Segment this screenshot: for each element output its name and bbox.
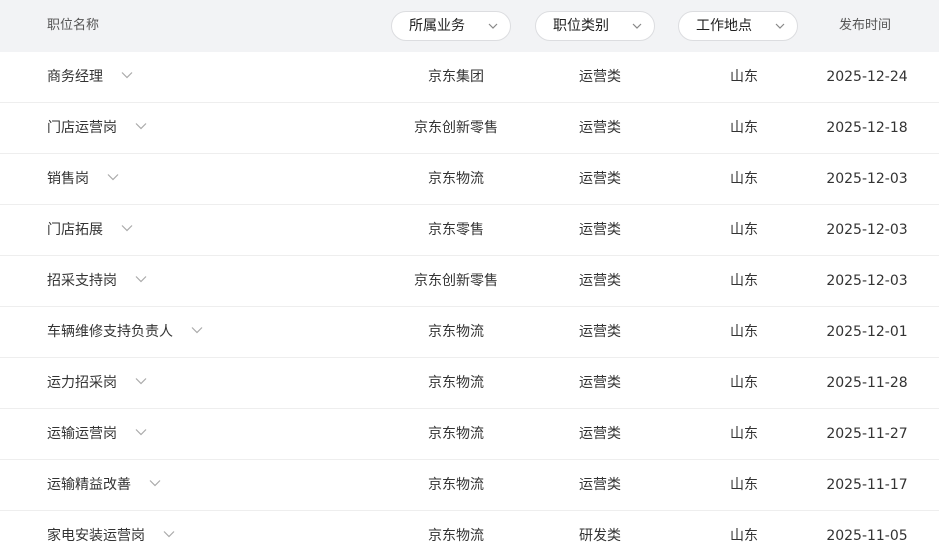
job-title[interactable]: 运输精益改善 [47,477,131,493]
job-title[interactable]: 招采支持岗 [47,273,117,289]
job-location: 山东 [730,120,758,136]
job-title[interactable]: 车辆维修支持负责人 [47,324,173,340]
job-title[interactable]: 运力招采岗 [47,375,117,391]
filter-location-dropdown[interactable]: 工作地点 [678,11,798,41]
table-header: 职位名称 所属业务 职位类别 工作地点 发布时间 [0,0,939,52]
job-title-cell: 运力招采岗 [47,358,147,408]
job-location: 山东 [730,222,758,238]
job-title-cell: 销售岗 [47,154,119,204]
job-category: 运营类 [579,426,621,442]
table-row[interactable]: 运力招采岗 京东物流 运营类 山东 2025-11-28 [0,358,939,409]
table-row[interactable]: 商务经理 京东集团 运营类 山东 2025-12-24 [0,52,939,103]
job-table-body: 商务经理 京东集团 运营类 山东 2025-12-24 门店运营岗 京东创新零售… [0,52,939,551]
job-business: 京东创新零售 [414,120,498,136]
chevron-down-icon[interactable] [191,326,203,334]
filter-location-label: 工作地点 [696,18,752,34]
job-business: 京东创新零售 [414,273,498,289]
job-category: 运营类 [579,120,621,136]
chevron-down-icon[interactable] [121,71,133,79]
job-title-cell: 门店运营岗 [47,103,147,153]
job-category: 运营类 [579,477,621,493]
job-title-cell: 招采支持岗 [47,256,147,306]
job-title-cell: 运输精益改善 [47,460,161,510]
filter-business-dropdown[interactable]: 所属业务 [391,11,511,41]
job-title[interactable]: 门店拓展 [47,222,103,238]
filter-category-dropdown[interactable]: 职位类别 [535,11,655,41]
chevron-down-icon[interactable] [135,275,147,283]
job-business: 京东物流 [428,171,484,187]
job-business: 京东零售 [428,222,484,238]
chevron-down-icon[interactable] [135,122,147,130]
table-row[interactable]: 家电安装运营岗 京东物流 研发类 山东 2025-11-05 [0,511,939,551]
job-publish-date: 2025-12-24 [826,69,908,85]
job-publish-date: 2025-12-03 [826,171,908,187]
job-title-cell: 门店拓展 [47,205,133,255]
job-publish-date: 2025-12-03 [826,273,908,289]
job-location: 山东 [730,528,758,544]
job-title-cell: 运输运营岗 [47,409,147,459]
chevron-down-icon [775,23,785,29]
job-location: 山东 [730,69,758,85]
chevron-down-icon[interactable] [121,224,133,232]
job-title[interactable]: 运输运营岗 [47,426,117,442]
column-header-publish-date: 发布时间 [838,18,891,33]
job-title[interactable]: 家电安装运营岗 [47,528,145,544]
table-row[interactable]: 运输运营岗 京东物流 运营类 山东 2025-11-27 [0,409,939,460]
job-list-page: 职位名称 所属业务 职位类别 工作地点 发布时间 商务经理 京东集团 运营类 山… [0,0,939,551]
job-title-cell: 商务经理 [47,52,133,102]
job-business: 京东物流 [428,528,484,544]
table-row[interactable]: 招采支持岗 京东创新零售 运营类 山东 2025-12-03 [0,256,939,307]
job-publish-date: 2025-11-27 [826,426,908,442]
job-publish-date: 2025-11-17 [826,477,908,493]
job-business: 京东物流 [428,426,484,442]
column-header-job-name: 职位名称 [47,18,100,33]
chevron-down-icon[interactable] [163,530,175,538]
job-location: 山东 [730,273,758,289]
job-publish-date: 2025-12-03 [826,222,908,238]
job-business: 京东物流 [428,375,484,391]
job-category: 运营类 [579,273,621,289]
job-category: 运营类 [579,324,621,340]
chevron-down-icon[interactable] [135,377,147,385]
chevron-down-icon[interactable] [149,479,161,487]
job-business: 京东集团 [428,69,484,85]
table-row[interactable]: 门店运营岗 京东创新零售 运营类 山东 2025-12-18 [0,103,939,154]
table-row[interactable]: 销售岗 京东物流 运营类 山东 2025-12-03 [0,154,939,205]
job-category: 研发类 [579,528,621,544]
job-business: 京东物流 [428,477,484,493]
chevron-down-icon[interactable] [107,173,119,181]
job-location: 山东 [730,171,758,187]
chevron-down-icon [488,23,498,29]
table-row[interactable]: 门店拓展 京东零售 运营类 山东 2025-12-03 [0,205,939,256]
job-publish-date: 2025-12-18 [826,120,908,136]
job-location: 山东 [730,324,758,340]
job-category: 运营类 [579,171,621,187]
table-row[interactable]: 车辆维修支持负责人 京东物流 运营类 山东 2025-12-01 [0,307,939,358]
job-category: 运营类 [579,69,621,85]
job-location: 山东 [730,426,758,442]
job-title-cell: 车辆维修支持负责人 [47,307,203,357]
filter-category-label: 职位类别 [553,18,609,34]
filter-business-label: 所属业务 [409,18,465,34]
job-location: 山东 [730,477,758,493]
job-publish-date: 2025-12-01 [826,324,908,340]
table-row[interactable]: 运输精益改善 京东物流 运营类 山东 2025-11-17 [0,460,939,511]
job-location: 山东 [730,375,758,391]
job-title-cell: 家电安装运营岗 [47,511,175,551]
job-category: 运营类 [579,222,621,238]
job-publish-date: 2025-11-05 [826,528,908,544]
job-publish-date: 2025-11-28 [826,375,908,391]
chevron-down-icon [632,23,642,29]
chevron-down-icon[interactable] [135,428,147,436]
job-title[interactable]: 门店运营岗 [47,120,117,136]
job-title[interactable]: 销售岗 [47,171,89,187]
job-business: 京东物流 [428,324,484,340]
job-category: 运营类 [579,375,621,391]
job-title[interactable]: 商务经理 [47,69,103,85]
